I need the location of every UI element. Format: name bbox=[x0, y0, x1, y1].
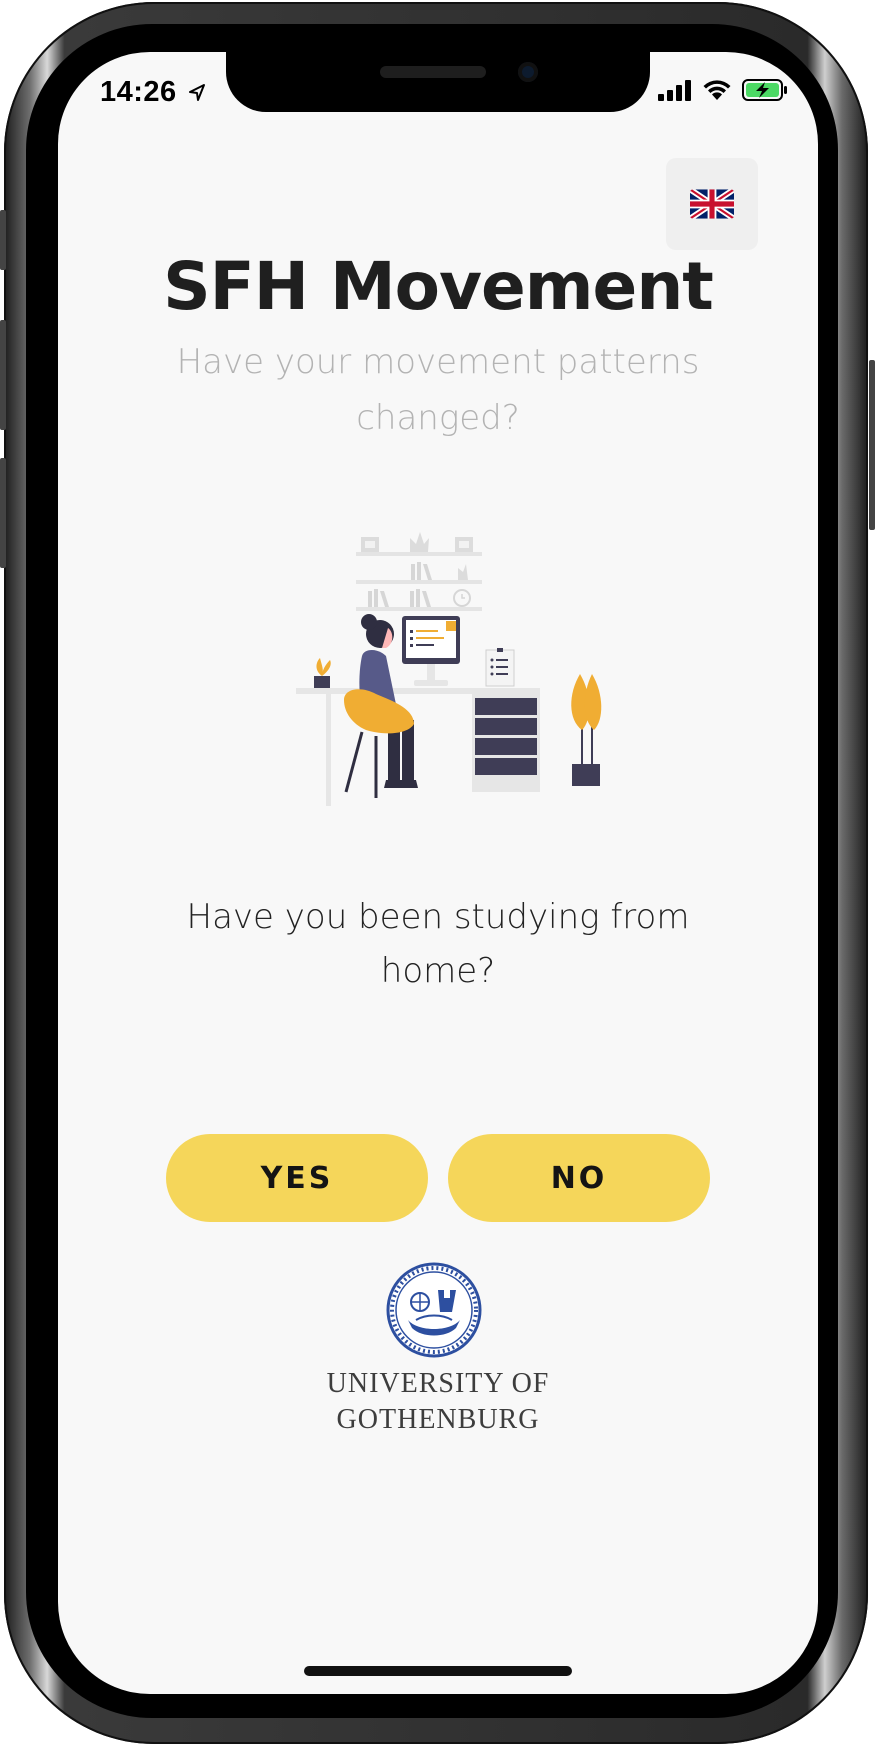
university-name: UNIVERSITY OF GOTHENBURG bbox=[258, 1366, 618, 1438]
person-studying-at-desk-illustration bbox=[296, 532, 602, 806]
notch bbox=[226, 52, 650, 112]
united-kingdom-flag-icon bbox=[690, 189, 734, 219]
cellular-signal-icon bbox=[658, 80, 691, 101]
yes-button[interactable]: YES bbox=[166, 1134, 428, 1222]
university-name-line1: UNIVERSITY OF bbox=[326, 1368, 550, 1399]
wifi-icon bbox=[703, 80, 731, 100]
speaker bbox=[380, 66, 486, 78]
question-text: Have you been studying from home? bbox=[186, 897, 690, 991]
page-title: SFH Movement bbox=[163, 248, 714, 325]
status-icons bbox=[658, 78, 788, 102]
status-time: 14:26 bbox=[100, 76, 207, 109]
camera bbox=[518, 62, 538, 82]
side-button bbox=[0, 458, 6, 568]
side-button bbox=[0, 210, 6, 270]
location-arrow-icon bbox=[189, 84, 206, 101]
page-subtitle: Have your movement patterns changed? bbox=[176, 342, 700, 438]
battery-charging-icon bbox=[742, 79, 787, 101]
university-name-line2: GOTHENBURG bbox=[336, 1404, 540, 1435]
language-toggle-button[interactable] bbox=[666, 158, 758, 250]
app-screen: 14:26 SFH Movement Have your movement pa… bbox=[58, 52, 818, 1694]
no-button[interactable]: NO bbox=[448, 1134, 710, 1222]
university-seal-logo bbox=[386, 1262, 482, 1358]
home-indicator[interactable] bbox=[304, 1666, 572, 1676]
side-button bbox=[0, 320, 6, 430]
side-button bbox=[869, 360, 875, 530]
status-time-text: 14:26 bbox=[100, 76, 177, 108]
